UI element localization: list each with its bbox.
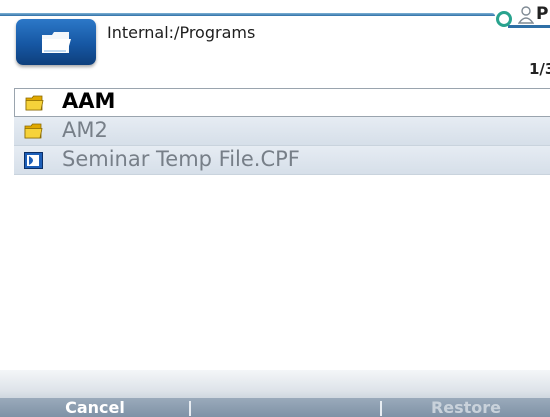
user-icon [518, 6, 534, 24]
list-item-label: AAM [62, 89, 116, 113]
header-accent-line [0, 13, 495, 16]
folder-icon [42, 32, 71, 53]
page-counter: 1/3 [529, 60, 550, 78]
softkey-bar: Cancel Restore [0, 370, 550, 417]
list-item-label: AM2 [62, 118, 108, 142]
cpf-file-icon [24, 152, 43, 169]
middle-softkey-button[interactable] [191, 398, 381, 417]
cancel-button[interactable]: Cancel [0, 398, 190, 417]
list-item-am2[interactable]: AM2 [14, 117, 550, 146]
current-path: Internal:/Programs [107, 23, 256, 42]
header-accent-line-right [508, 25, 550, 28]
list-item-label: Seminar Temp File.CPF [62, 147, 300, 171]
restore-button[interactable]: Restore [382, 398, 550, 417]
list-item-seminar-temp-file[interactable]: Seminar Temp File.CPF [14, 146, 550, 175]
file-list: AAM AM2 Seminar Temp File.CPF [14, 88, 550, 175]
folder-icon [24, 123, 43, 139]
list-item-aam[interactable]: AAM [14, 88, 550, 117]
folder-icon [25, 95, 44, 111]
app-folder-icon [16, 19, 96, 65]
status-ring-icon [496, 11, 512, 27]
truncated-status-glyph: P [536, 4, 549, 24]
title-bar: Internal:/Programs P 1/3 [0, 0, 550, 86]
